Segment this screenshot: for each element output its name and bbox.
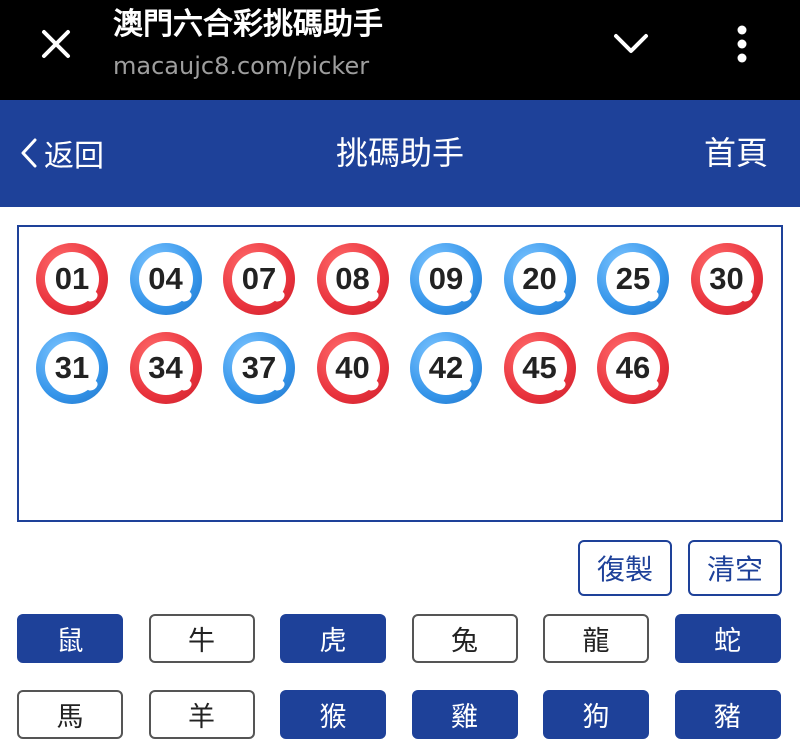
clear-button[interactable]: 清空 bbox=[688, 540, 782, 596]
picked-numbers-panel: 01 04 07 08 09 20 25 30 31 34 37 40 42 45 46 bbox=[17, 225, 783, 522]
zodiac-button[interactable]: 蛇 bbox=[674, 614, 781, 663]
zodiac-button[interactable]: 鼠 bbox=[17, 614, 123, 663]
back-label: 返回 bbox=[44, 139, 104, 174]
close-icon bbox=[42, 30, 70, 58]
number-ball[interactable]: 30 bbox=[690, 243, 763, 315]
number-ball[interactable]: 07 bbox=[223, 243, 295, 315]
zodiac-button[interactable]: 羊 bbox=[148, 690, 255, 739]
back-button[interactable]: 返回 bbox=[20, 130, 104, 176]
number-ball[interactable]: 46 bbox=[597, 332, 669, 404]
page-title: 澳門六合彩挑碼助手 bbox=[113, 7, 383, 42]
number-ball[interactable]: 37 bbox=[223, 332, 295, 404]
number-ball[interactable]: 42 bbox=[410, 332, 482, 404]
page-url: macaujc8.com/picker bbox=[113, 52, 370, 80]
close-button[interactable] bbox=[34, 22, 78, 66]
copy-button[interactable]: 復製 bbox=[578, 540, 672, 596]
number-ball[interactable]: 09 bbox=[410, 243, 482, 315]
more-vertical-icon bbox=[737, 25, 747, 63]
browser-top-bar: 澳門六合彩挑碼助手 macaujc8.com/picker bbox=[0, 0, 800, 100]
number-ball[interactable]: 40 bbox=[316, 332, 389, 404]
number-ball[interactable]: 04 bbox=[129, 243, 202, 315]
zodiac-button[interactable]: 雞 bbox=[411, 690, 518, 739]
number-ball[interactable]: 20 bbox=[503, 243, 576, 315]
zodiac-button[interactable]: 豬 bbox=[674, 690, 781, 739]
zodiac-button[interactable]: 牛 bbox=[148, 614, 255, 663]
header-title: 挑碼助手 bbox=[335, 134, 464, 172]
number-ball[interactable]: 34 bbox=[129, 332, 202, 404]
chevron-left-icon bbox=[21, 138, 37, 168]
number-ball[interactable]: 01 bbox=[36, 243, 108, 315]
zodiac-button[interactable]: 虎 bbox=[280, 614, 386, 663]
collapse-button[interactable] bbox=[606, 22, 656, 66]
number-ball[interactable]: 31 bbox=[36, 332, 108, 404]
home-button[interactable]: 首頁 bbox=[704, 130, 768, 176]
more-menu-button[interactable] bbox=[722, 18, 762, 70]
number-ball[interactable]: 08 bbox=[316, 243, 389, 315]
app-header: 返回 挑碼助手 首頁 bbox=[0, 100, 800, 207]
zodiac-button[interactable]: 猴 bbox=[280, 690, 386, 739]
zodiac-button[interactable]: 狗 bbox=[543, 690, 649, 739]
zodiac-button[interactable]: 馬 bbox=[17, 690, 123, 739]
zodiac-button[interactable]: 龍 bbox=[543, 614, 649, 663]
chevron-down-icon bbox=[614, 34, 648, 53]
number-ball[interactable]: 45 bbox=[503, 332, 576, 404]
number-ball[interactable]: 25 bbox=[597, 243, 669, 315]
zodiac-button[interactable]: 兔 bbox=[411, 614, 518, 663]
